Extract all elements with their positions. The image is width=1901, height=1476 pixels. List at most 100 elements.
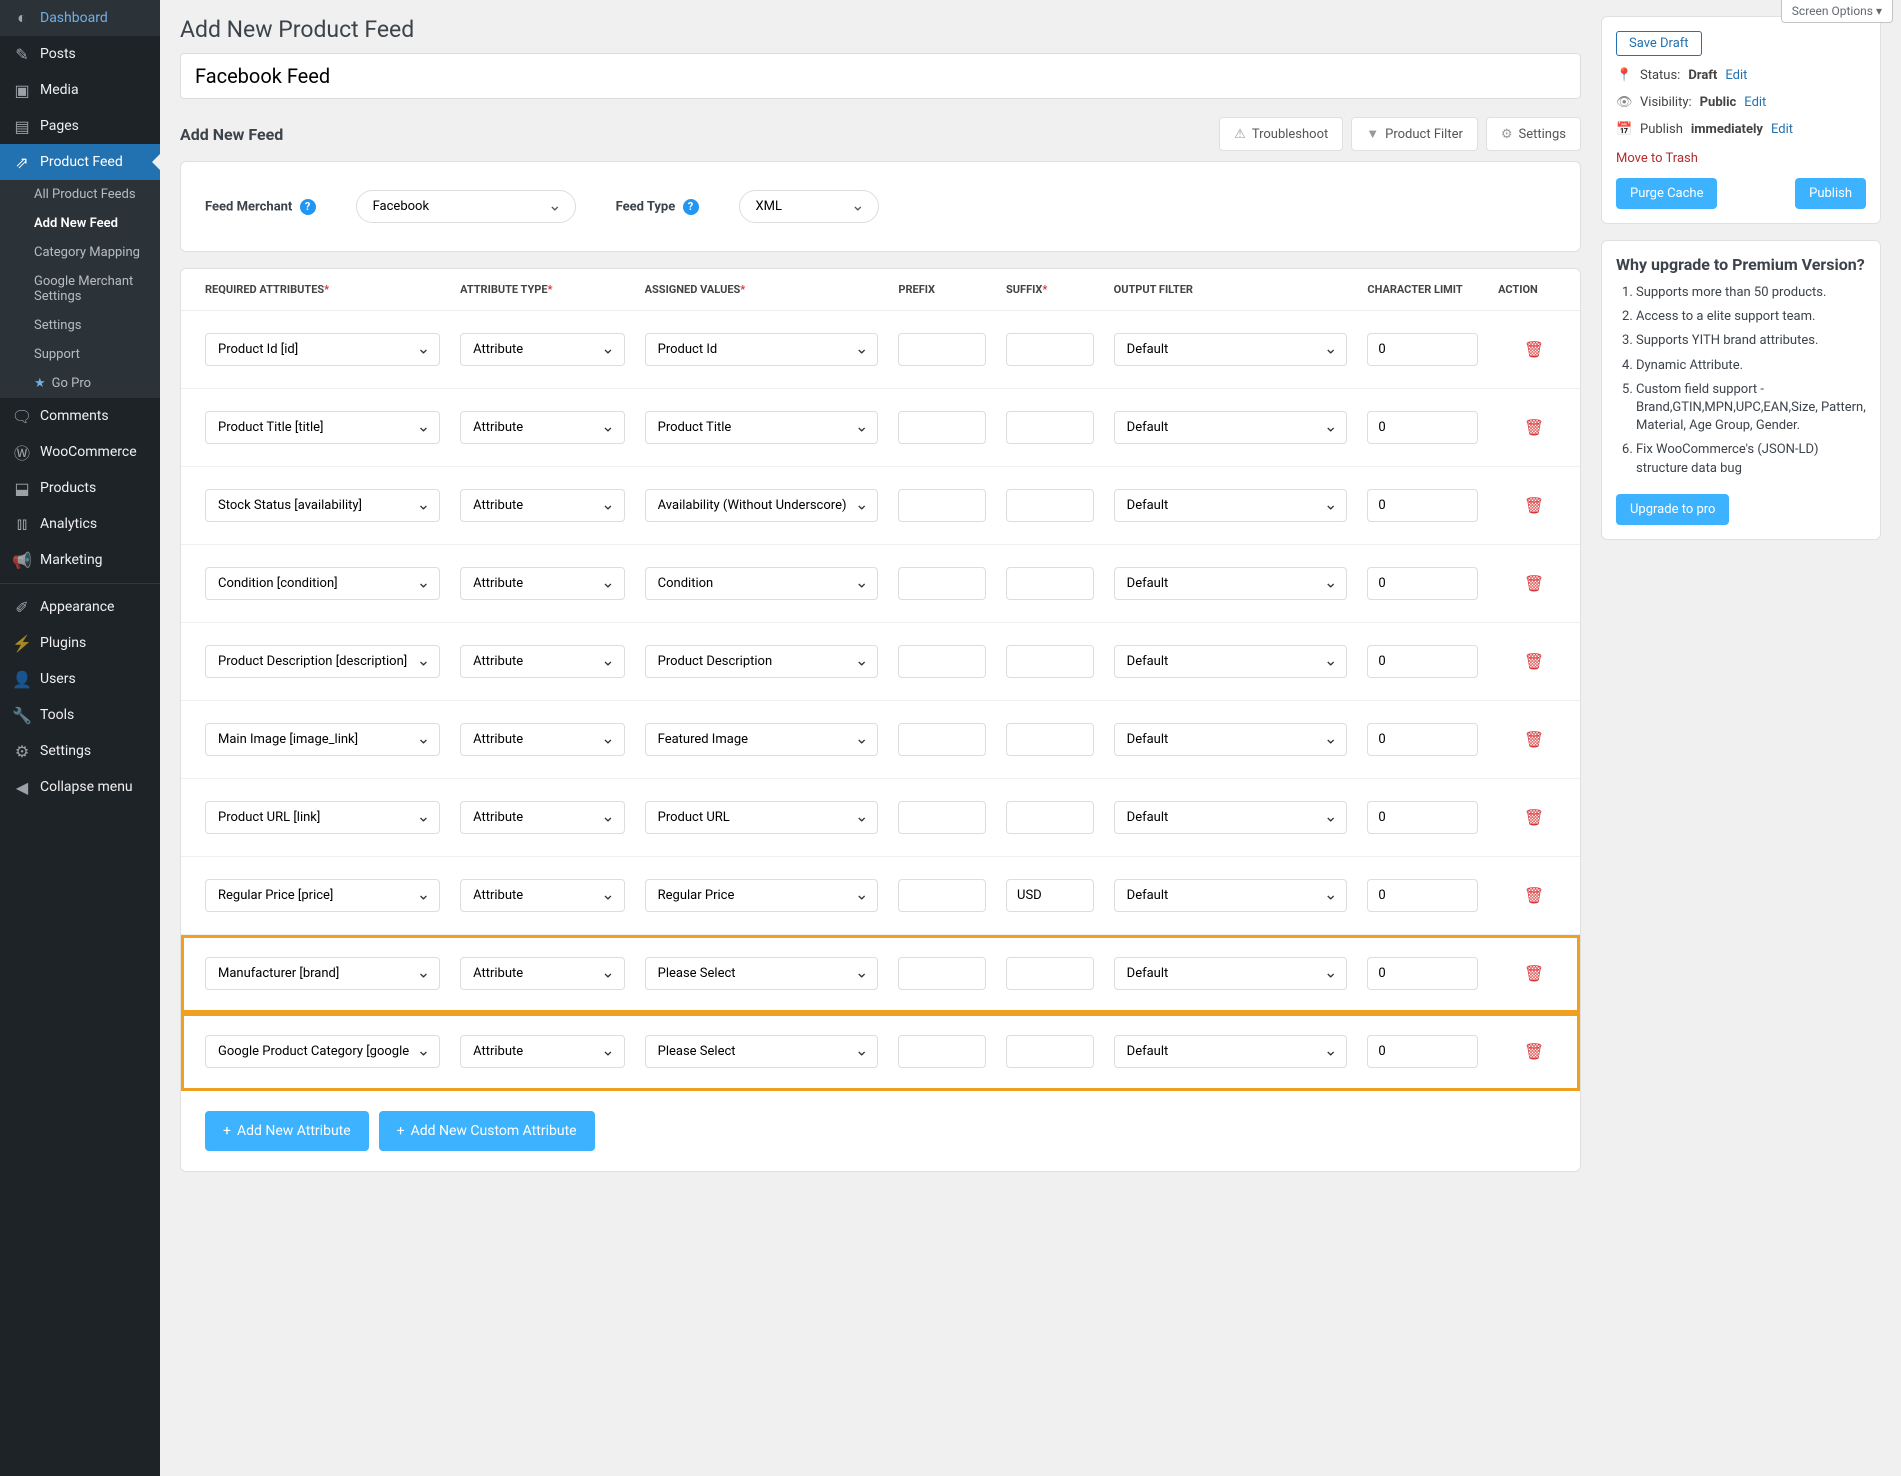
submenu-item-category-mapping[interactable]: Category Mapping — [0, 238, 160, 267]
char-limit-input[interactable] — [1367, 723, 1478, 756]
char-limit-input[interactable] — [1367, 645, 1478, 678]
suffix-input[interactable] — [1006, 567, 1094, 600]
upgrade-to-pro-button[interactable]: Upgrade to pro — [1616, 494, 1729, 525]
suffix-input[interactable] — [1006, 1035, 1094, 1068]
assigned-value-select[interactable]: Featured Image — [645, 723, 879, 756]
assigned-value-select[interactable]: Availability (Without Underscore) — [645, 489, 879, 522]
prefix-input[interactable] — [898, 957, 986, 990]
suffix-input[interactable] — [1006, 411, 1094, 444]
edit-publish-link[interactable]: Edit — [1771, 122, 1793, 137]
menu-item-product-feed[interactable]: ⇗Product Feed — [0, 144, 160, 180]
trash-icon[interactable]: 🗑 — [1524, 964, 1544, 983]
suffix-input[interactable] — [1006, 723, 1094, 756]
menu-item-appearance[interactable]: ✐Appearance — [0, 589, 160, 625]
output-filter-select[interactable]: Default — [1114, 957, 1348, 990]
trash-icon[interactable]: 🗑 — [1524, 808, 1544, 827]
char-limit-input[interactable] — [1367, 489, 1478, 522]
required-attr-select[interactable]: Stock Status [availability] — [205, 489, 440, 522]
attr-type-select[interactable]: Attribute — [460, 879, 625, 912]
suffix-input[interactable] — [1006, 879, 1094, 912]
move-to-trash-link[interactable]: Move to Trash — [1616, 151, 1698, 166]
menu-item-users[interactable]: 👤Users — [0, 661, 160, 697]
menu-item-dashboard[interactable]: ◐Dashboard — [0, 0, 160, 36]
menu-item-products[interactable]: ⬓Products — [0, 470, 160, 506]
submenu-item-all-product-feeds[interactable]: All Product Feeds — [0, 180, 160, 209]
trash-icon[interactable]: 🗑 — [1524, 418, 1544, 437]
edit-status-link[interactable]: Edit — [1725, 68, 1747, 83]
required-attr-select[interactable]: Product URL [link] — [205, 801, 440, 834]
char-limit-input[interactable] — [1367, 411, 1478, 444]
prefix-input[interactable] — [898, 645, 986, 678]
feed-title-input[interactable] — [180, 53, 1581, 99]
menu-item-posts[interactable]: ✎Posts — [0, 36, 160, 72]
trash-icon[interactable]: 🗑 — [1524, 496, 1544, 515]
output-filter-select[interactable]: Default — [1114, 801, 1348, 834]
output-filter-select[interactable]: Default — [1114, 489, 1348, 522]
menu-item-collapse-menu[interactable]: ◀Collapse menu — [0, 769, 160, 805]
assigned-value-select[interactable]: Regular Price — [645, 879, 879, 912]
add-custom-attribute-button[interactable]: +Add New Custom Attribute — [379, 1111, 595, 1151]
attr-type-select[interactable]: Attribute — [460, 567, 625, 600]
submenu-item-add-new-feed[interactable]: Add New Feed — [0, 209, 160, 238]
assigned-value-select[interactable]: Product Title — [645, 411, 879, 444]
output-filter-select[interactable]: Default — [1114, 411, 1348, 444]
menu-item-woocommerce[interactable]: ⓌWooCommerce — [0, 434, 160, 470]
prefix-input[interactable] — [898, 1035, 986, 1068]
trash-icon[interactable]: 🗑 — [1524, 730, 1544, 749]
prefix-input[interactable] — [898, 567, 986, 600]
prefix-input[interactable] — [898, 879, 986, 912]
feed-type-select[interactable]: XML — [739, 190, 879, 223]
trash-icon[interactable]: 🗑 — [1524, 340, 1544, 359]
attr-type-select[interactable]: Attribute — [460, 723, 625, 756]
char-limit-input[interactable] — [1367, 1035, 1478, 1068]
attr-type-select[interactable]: Attribute — [460, 957, 625, 990]
menu-item-pages[interactable]: ▤Pages — [0, 108, 160, 144]
menu-item-settings[interactable]: ⚙Settings — [0, 733, 160, 769]
output-filter-select[interactable]: Default — [1114, 879, 1348, 912]
prefix-input[interactable] — [898, 333, 986, 366]
required-attr-select[interactable]: Condition [condition] — [205, 567, 440, 600]
settings-button[interactable]: ⚙Settings — [1486, 117, 1581, 151]
assigned-value-select[interactable]: Product URL — [645, 801, 879, 834]
troubleshoot-button[interactable]: ⚠Troubleshoot — [1219, 117, 1343, 151]
assigned-value-select[interactable]: Product Description — [645, 645, 879, 678]
edit-visibility-link[interactable]: Edit — [1744, 95, 1766, 110]
attr-type-select[interactable]: Attribute — [460, 411, 625, 444]
feed-merchant-select[interactable]: Facebook — [356, 190, 576, 223]
prefix-input[interactable] — [898, 411, 986, 444]
submenu-item-google-merchant-settings[interactable]: Google Merchant Settings — [0, 267, 160, 311]
output-filter-select[interactable]: Default — [1114, 723, 1348, 756]
required-attr-select[interactable]: Product Id [id] — [205, 333, 440, 366]
assigned-value-select[interactable]: Product Id — [645, 333, 879, 366]
required-attr-select[interactable]: Manufacturer [brand] — [205, 957, 440, 990]
menu-item-analytics[interactable]: ⫾⫾Analytics — [0, 506, 160, 542]
required-attr-select[interactable]: Main Image [image_link] — [205, 723, 440, 756]
required-attr-select[interactable]: Regular Price [price] — [205, 879, 440, 912]
screen-options-button[interactable]: Screen Options ▾ — [1781, 0, 1893, 23]
char-limit-input[interactable] — [1367, 957, 1478, 990]
menu-item-tools[interactable]: 🔧Tools — [0, 697, 160, 733]
save-draft-button[interactable]: Save Draft — [1616, 31, 1702, 56]
required-attr-select[interactable]: Google Product Category [google_product_… — [205, 1035, 440, 1068]
required-attr-select[interactable]: Product Title [title] — [205, 411, 440, 444]
char-limit-input[interactable] — [1367, 801, 1478, 834]
attr-type-select[interactable]: Attribute — [460, 489, 625, 522]
attr-type-select[interactable]: Attribute — [460, 333, 625, 366]
help-icon[interactable]: ? — [300, 199, 316, 215]
suffix-input[interactable] — [1006, 957, 1094, 990]
publish-button[interactable]: Publish — [1795, 178, 1866, 209]
submenu-item-settings[interactable]: Settings — [0, 311, 160, 340]
purge-cache-button[interactable]: Purge Cache — [1616, 178, 1717, 209]
assigned-value-select[interactable]: Please Select — [645, 1035, 879, 1068]
assigned-value-select[interactable]: Please Select — [645, 957, 879, 990]
output-filter-select[interactable]: Default — [1114, 645, 1348, 678]
output-filter-select[interactable]: Default — [1114, 333, 1348, 366]
menu-item-media[interactable]: ▣Media — [0, 72, 160, 108]
suffix-input[interactable] — [1006, 489, 1094, 522]
help-icon[interactable]: ? — [683, 199, 699, 215]
char-limit-input[interactable] — [1367, 879, 1478, 912]
attr-type-select[interactable]: Attribute — [460, 1035, 625, 1068]
trash-icon[interactable]: 🗑 — [1524, 574, 1544, 593]
required-attr-select[interactable]: Product Description [description] — [205, 645, 440, 678]
prefix-input[interactable] — [898, 489, 986, 522]
